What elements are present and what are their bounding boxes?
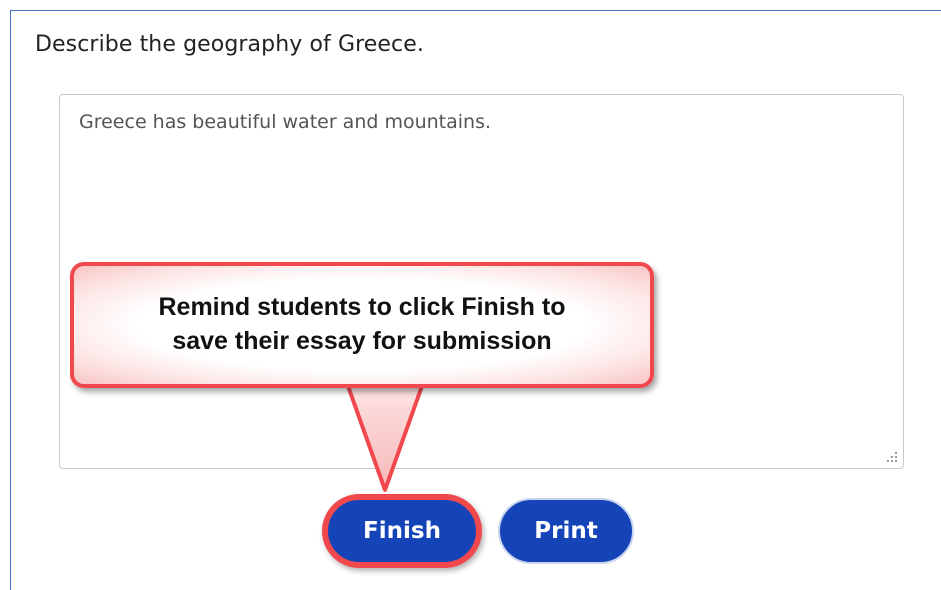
print-button[interactable]: Print <box>498 498 634 564</box>
callout-text: Remind students to click Finish to save … <box>70 290 654 358</box>
callout-pointer-icon <box>346 384 424 492</box>
callout-line-1: Remind students to click Finish to <box>158 293 566 321</box>
resize-grip-icon[interactable] <box>886 451 898 463</box>
question-prompt: Describe the geography of Greece. <box>35 32 424 57</box>
callout-line-2: save their essay for submission <box>172 327 552 355</box>
finish-button[interactable]: Finish <box>326 498 478 564</box>
